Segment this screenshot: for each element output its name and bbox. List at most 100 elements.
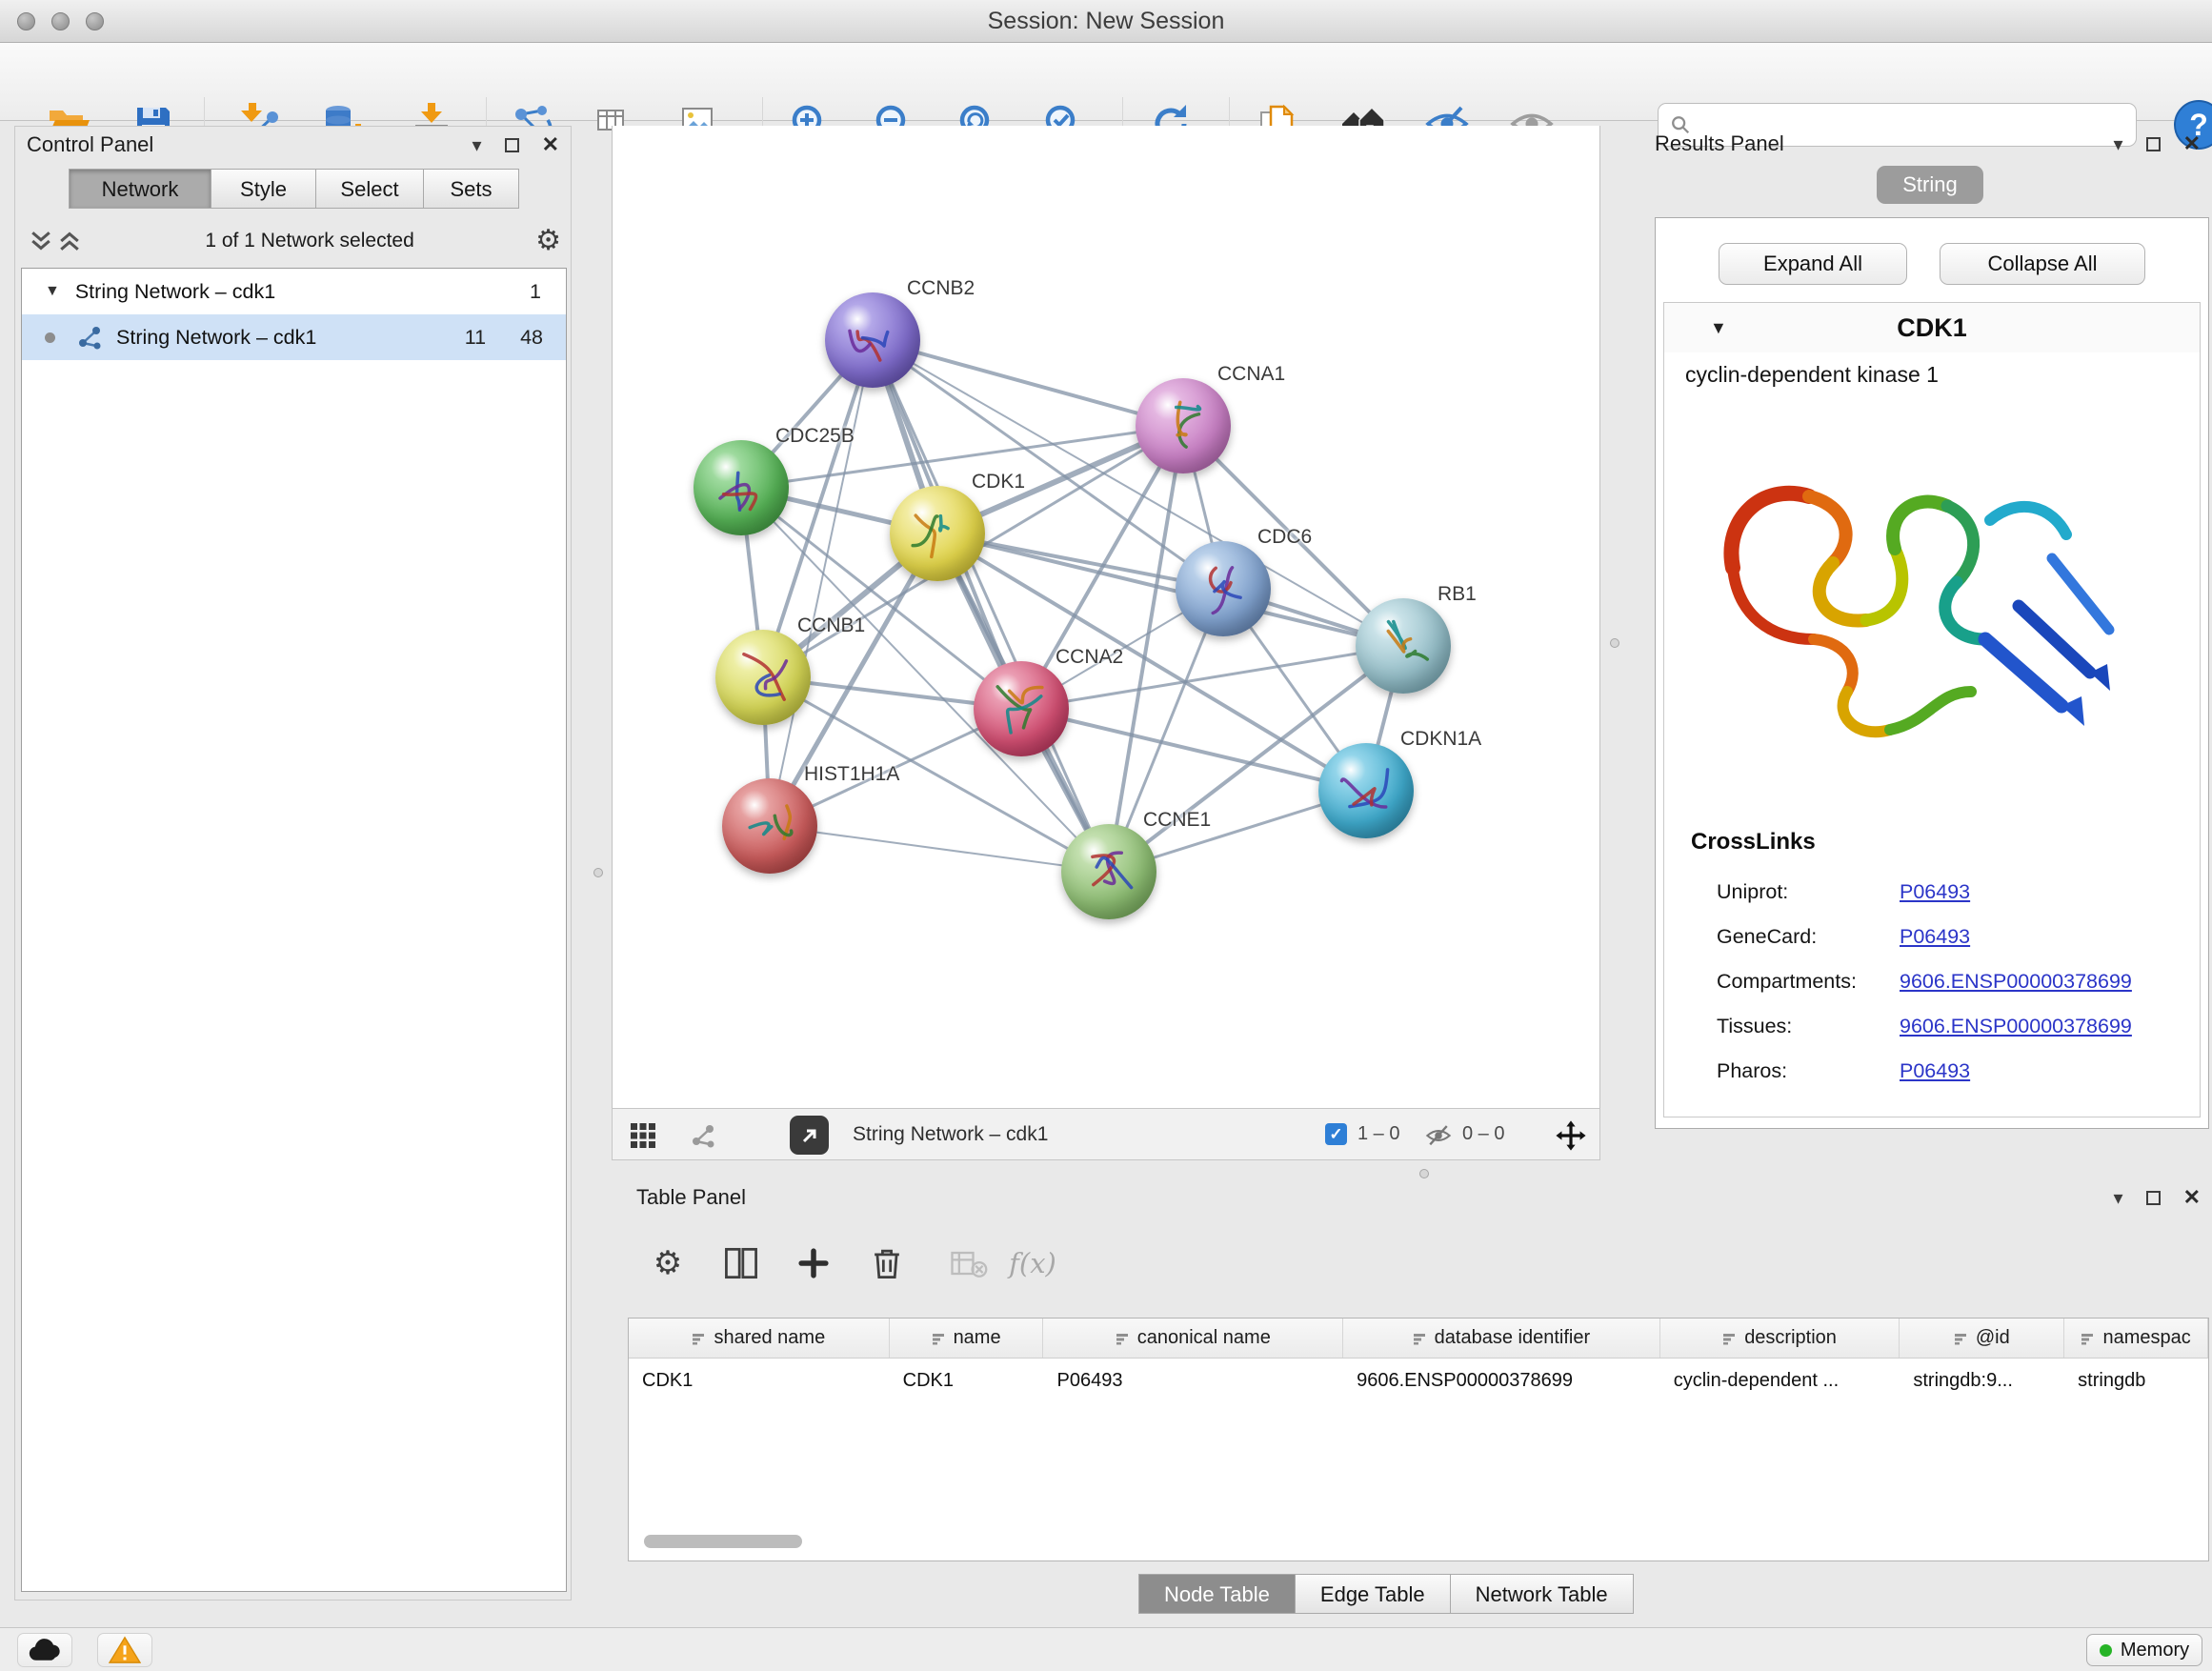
- add-column-icon[interactable]: [791, 1240, 836, 1286]
- crosslink-link[interactable]: P06493: [1900, 925, 1970, 949]
- selected-items-checkbox[interactable]: ✓: [1325, 1123, 1347, 1145]
- network-icon: [76, 324, 103, 351]
- table-cell[interactable]: CDK1: [890, 1359, 1044, 1402]
- node-label-hist1h1a: HIST1H1A: [804, 763, 899, 786]
- protein-structure-thumb: [694, 440, 789, 535]
- network-canvas[interactable]: CCNB2CCNA1CDC25BCDK1CDC6RB1CCNB1CCNA2CDK…: [612, 126, 1600, 1108]
- table-panel: Table Panel ▾ ✕ ⚙ f(x) shared namenameca…: [625, 1179, 2212, 1622]
- panel-menu-icon[interactable]: ▾: [2114, 1186, 2123, 1210]
- crosslink-link[interactable]: 9606.ENSP00000378699: [1900, 970, 2132, 994]
- table-cell[interactable]: CDK1: [629, 1359, 890, 1402]
- tab-string[interactable]: String: [1877, 166, 1983, 204]
- delete-column-trash-icon[interactable]: [864, 1240, 910, 1286]
- bottom-splitter-handle[interactable]: [1419, 1169, 1429, 1178]
- network-selection-status: 1 of 1 Network selected: [84, 230, 535, 252]
- column-header-label: canonical name: [1137, 1327, 1271, 1349]
- tab-edge-table[interactable]: Edge Table: [1295, 1574, 1451, 1614]
- column-header-database-identifier[interactable]: database identifier: [1343, 1319, 1660, 1358]
- tab-node-table[interactable]: Node Table: [1138, 1574, 1296, 1614]
- gear-icon[interactable]: ⚙: [535, 227, 561, 255]
- main-toolbar: ?: [0, 43, 2212, 121]
- network-collection-row[interactable]: ▼ String Network – cdk1 1: [22, 269, 566, 314]
- tab-select[interactable]: Select: [315, 169, 424, 209]
- column-header-shared-name[interactable]: shared name: [629, 1319, 890, 1358]
- network-node-ccna2[interactable]: [974, 661, 1069, 756]
- left-splitter-handle[interactable]: [593, 868, 603, 877]
- close-panel-icon[interactable]: ✕: [2183, 1185, 2201, 1210]
- table-cell[interactable]: cyclin-dependent ...: [1660, 1359, 1900, 1402]
- cloud-button[interactable]: [17, 1633, 72, 1667]
- network-tree-item[interactable]: String Network – cdk1 11 48: [22, 314, 566, 360]
- table-row[interactable]: CDK1CDK1P064939606.ENSP00000378699cyclin…: [629, 1359, 2208, 1402]
- detach-view-button[interactable]: [790, 1116, 829, 1155]
- table-settings-gear-icon[interactable]: ⚙: [645, 1240, 691, 1286]
- expand-all-button[interactable]: Expand All: [1719, 243, 1907, 285]
- cloud-icon: [28, 1638, 62, 1662]
- pan-move-icon[interactable]: [1554, 1118, 1588, 1153]
- network-node-ccne1[interactable]: [1061, 824, 1156, 919]
- table-cell[interactable]: 9606.ENSP00000378699: [1343, 1359, 1660, 1402]
- network-node-cdc25b[interactable]: [694, 440, 789, 535]
- expand-all-icon[interactable]: [55, 227, 84, 255]
- hidden-items-eye-icon[interactable]: [1424, 1122, 1453, 1149]
- horizontal-scrollbar[interactable]: [644, 1535, 802, 1548]
- tab-network-table[interactable]: Network Table: [1450, 1574, 1634, 1614]
- protein-structure-thumb: [974, 661, 1069, 756]
- show-columns-icon[interactable]: [718, 1240, 764, 1286]
- float-panel-icon[interactable]: [2146, 1191, 2161, 1205]
- node-label-cdc25b: CDC25B: [775, 425, 855, 448]
- network-selection-row: 1 of 1 Network selected ⚙: [27, 220, 561, 262]
- node-count: 11: [465, 326, 486, 350]
- memory-button[interactable]: Memory: [2086, 1634, 2202, 1666]
- tab-network[interactable]: Network: [69, 169, 211, 209]
- grid-view-icon[interactable]: [630, 1122, 656, 1149]
- network-node-ccnb2[interactable]: [825, 292, 920, 388]
- protein-structure-thumb: [715, 630, 811, 725]
- tab-sets[interactable]: Sets: [423, 169, 519, 209]
- status-bar: Memory: [0, 1627, 2212, 1671]
- float-panel-icon[interactable]: [505, 138, 519, 152]
- selected-count: 1 – 0: [1357, 1109, 1399, 1159]
- column-header-name[interactable]: name: [890, 1319, 1044, 1358]
- title-bar: Session: New Session: [0, 0, 2212, 43]
- protein-structure-thumb: [1176, 541, 1271, 636]
- column-header-description[interactable]: description: [1660, 1319, 1900, 1358]
- warnings-button[interactable]: [97, 1633, 152, 1667]
- collapse-all-icon[interactable]: [27, 227, 55, 255]
- column-header-namespac[interactable]: namespac: [2064, 1319, 2208, 1358]
- crosslink-label: GeneCard:: [1717, 925, 1900, 949]
- network-node-hist1h1a[interactable]: [722, 778, 817, 874]
- column-header-canonical-name[interactable]: canonical name: [1043, 1319, 1343, 1358]
- crosslink-link[interactable]: 9606.ENSP00000378699: [1900, 1015, 2132, 1038]
- network-node-ccnb1[interactable]: [715, 630, 811, 725]
- table-cell[interactable]: P06493: [1043, 1359, 1343, 1402]
- crosslink-link[interactable]: P06493: [1900, 880, 1970, 904]
- panel-menu-icon[interactable]: ▾: [473, 133, 482, 157]
- tree-expand-icon[interactable]: ▼: [45, 283, 60, 300]
- right-splitter-handle[interactable]: [1610, 638, 1619, 648]
- close-panel-icon[interactable]: ✕: [542, 132, 559, 157]
- gene-entry-header[interactable]: ▼ CDK1: [1664, 303, 2200, 352]
- column-header--id[interactable]: @id: [1900, 1319, 2064, 1358]
- table-cell[interactable]: stringdb:9...: [1900, 1359, 2064, 1402]
- network-node-cdkn1a[interactable]: [1318, 743, 1414, 838]
- node-label-cdk1: CDK1: [972, 471, 1025, 493]
- collapse-all-button[interactable]: Collapse All: [1940, 243, 2145, 285]
- protein-structure-thumb: [1061, 824, 1156, 919]
- tab-style[interactable]: Style: [211, 169, 316, 209]
- collapse-entry-icon[interactable]: ▼: [1710, 318, 1727, 338]
- protein-structure-thumb: [1356, 598, 1451, 694]
- crosslink-label: Pharos:: [1717, 1059, 1900, 1083]
- float-panel-icon[interactable]: [2146, 137, 2161, 151]
- panel-menu-icon[interactable]: ▾: [2114, 132, 2123, 156]
- close-panel-icon[interactable]: ✕: [2183, 131, 2201, 156]
- network-node-rb1[interactable]: [1356, 598, 1451, 694]
- table-cell[interactable]: stringdb: [2064, 1359, 2208, 1402]
- results-panel-title: Results Panel: [1655, 131, 1784, 156]
- crosslink-link[interactable]: P06493: [1900, 1059, 1970, 1083]
- network-node-cdc6[interactable]: [1176, 541, 1271, 636]
- network-overview-icon[interactable]: [689, 1121, 717, 1150]
- network-node-ccna1[interactable]: [1136, 378, 1231, 473]
- crosslink-row: Uniprot:P06493: [1664, 870, 2200, 915]
- network-node-cdk1[interactable]: [890, 486, 985, 581]
